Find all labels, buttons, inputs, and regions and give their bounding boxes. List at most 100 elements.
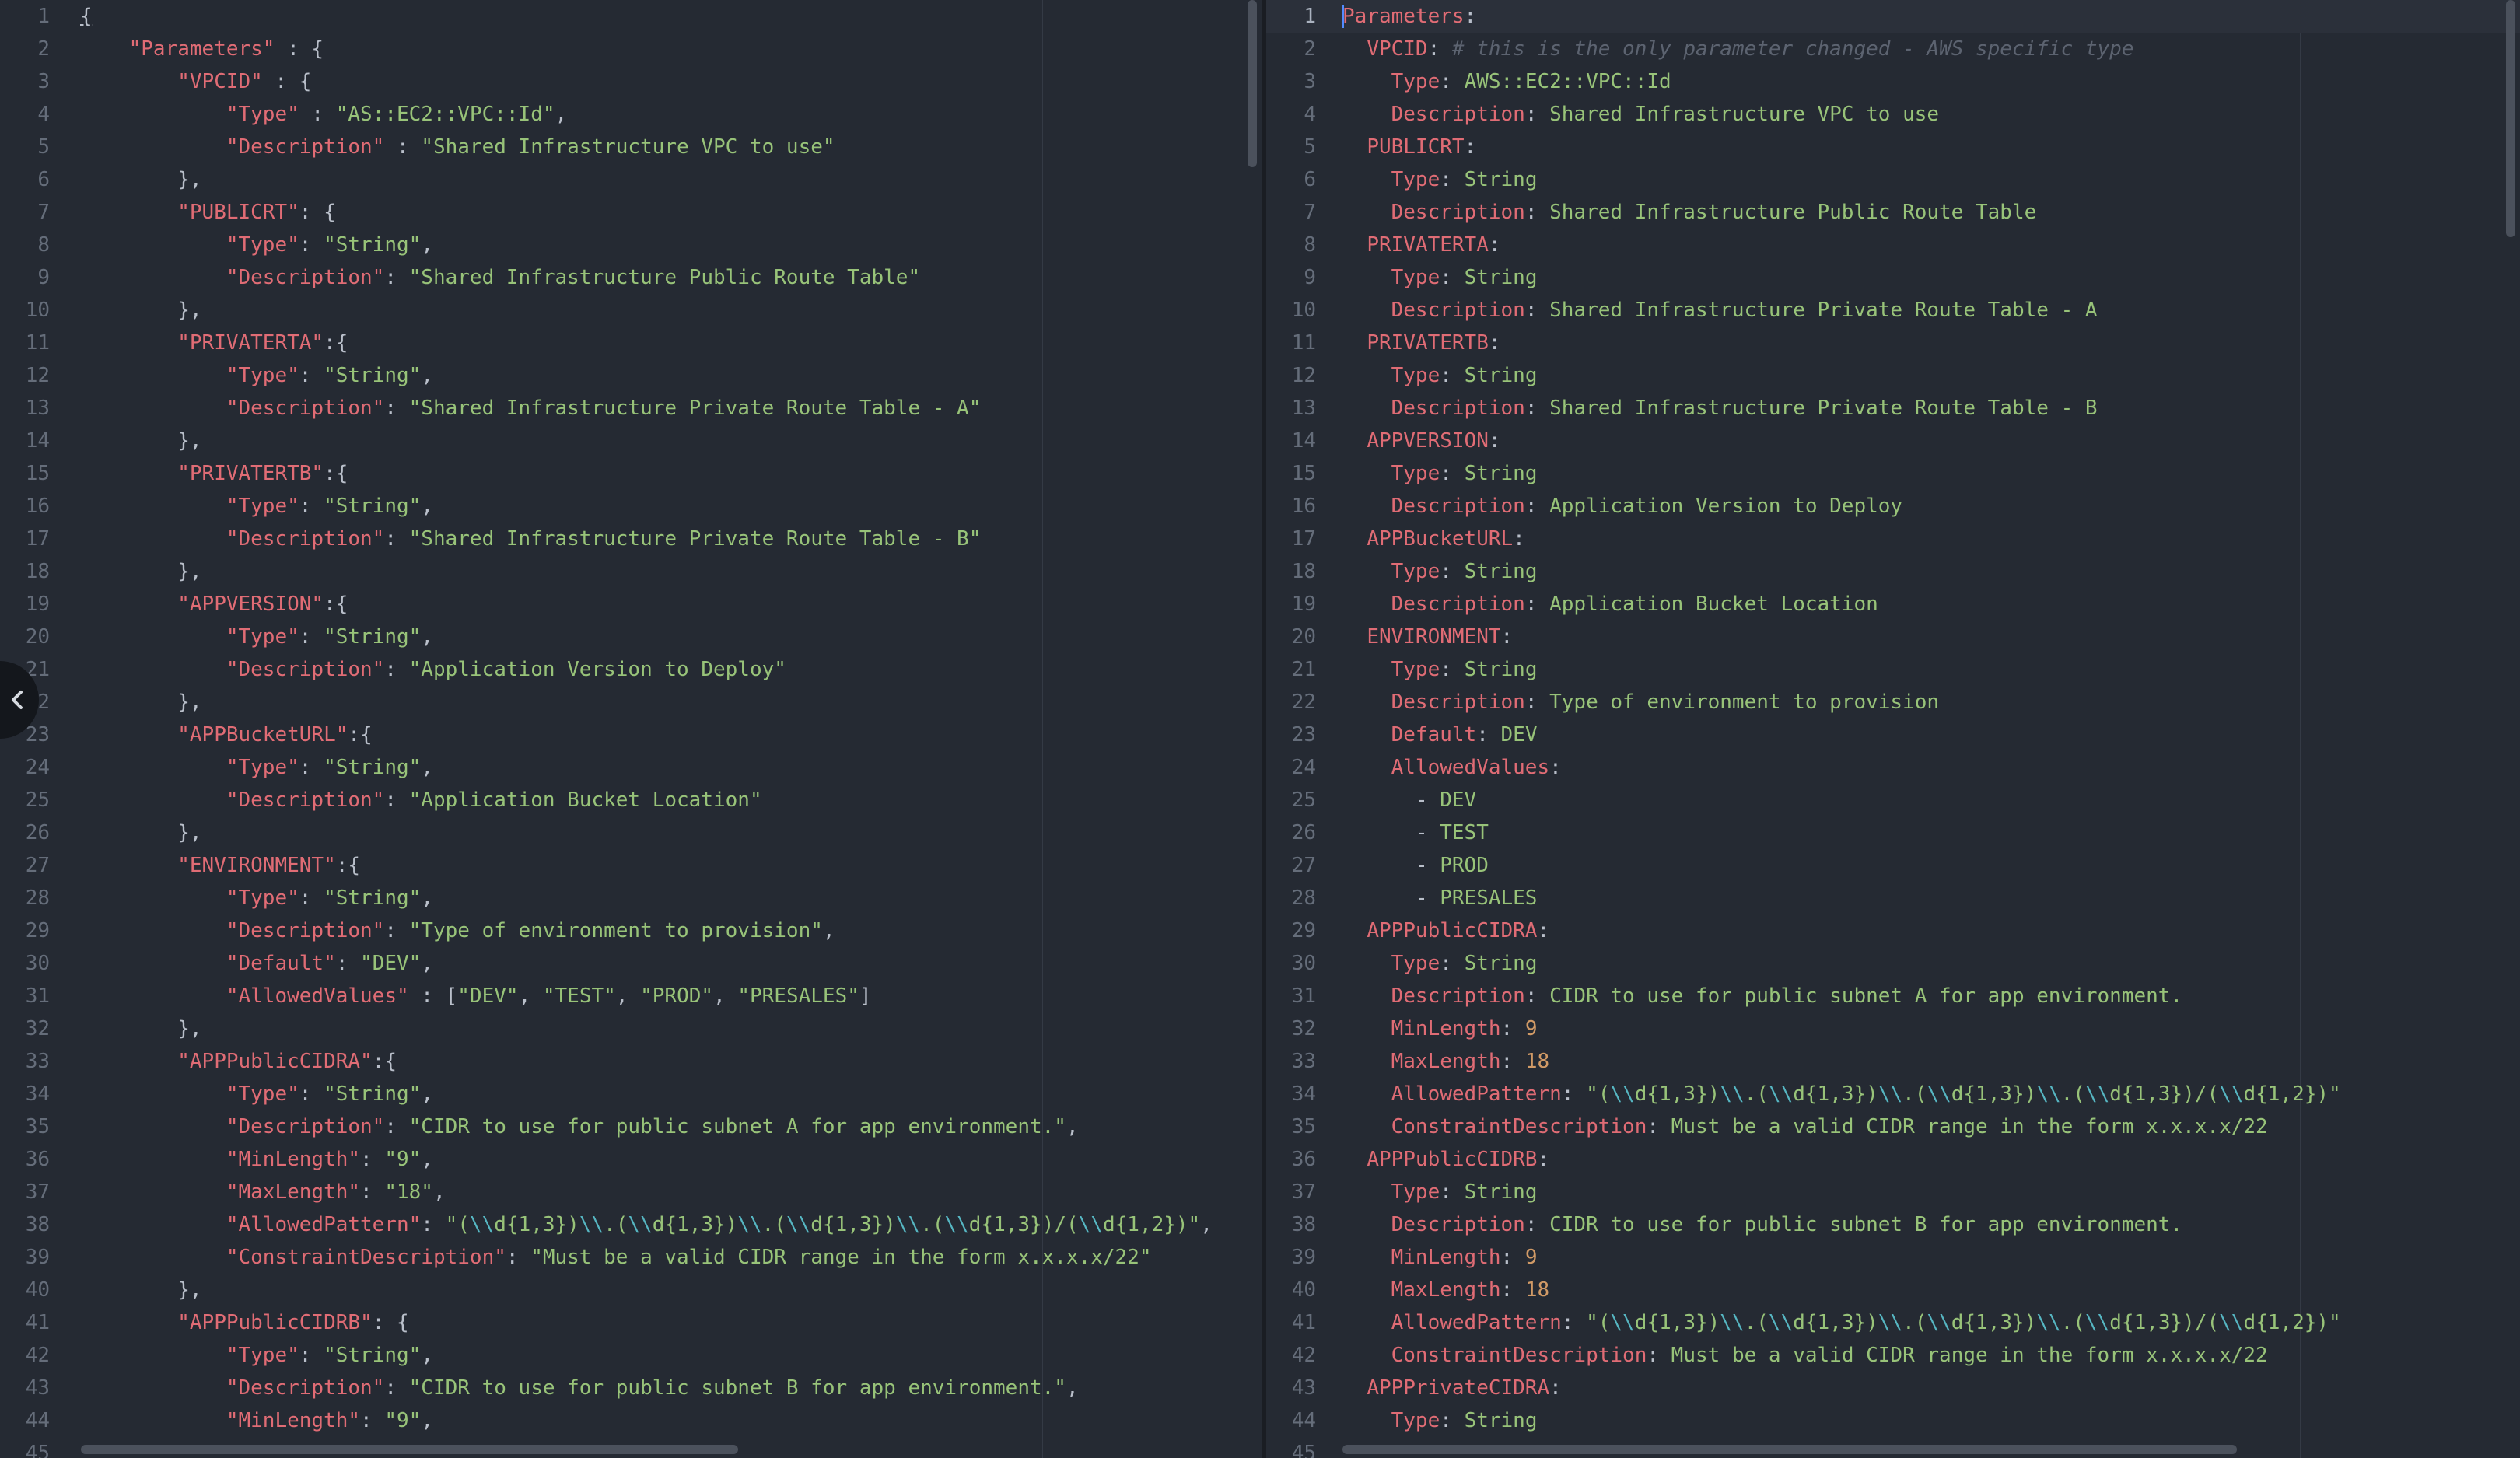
code-line[interactable]: 44 "MinLength": "9", — [0, 1404, 1262, 1437]
code-line[interactable]: 39 MinLength: 9 — [1266, 1241, 2520, 1274]
code-line[interactable]: 17 "Description": "Shared Infrastructure… — [0, 523, 1262, 555]
code-line[interactable]: 1{ — [0, 0, 1262, 33]
code-line[interactable]: 24 AllowedValues: — [1266, 751, 2520, 784]
code-line[interactable]: 39 "ConstraintDescription": "Must be a v… — [0, 1241, 1262, 1274]
code-line[interactable]: 2 "Parameters" : { — [0, 33, 1262, 65]
code-line[interactable]: 40 MaxLength: 18 — [1266, 1274, 2520, 1306]
code-line[interactable]: 20 "Type": "String", — [0, 621, 1262, 653]
code-line[interactable]: 2 VPCID: # this is the only parameter ch… — [1266, 33, 2520, 65]
code-line[interactable]: 29 "Description": "Type of environment t… — [0, 914, 1262, 947]
code-line[interactable]: 35 "Description": "CIDR to use for publi… — [0, 1110, 1262, 1143]
code-line[interactable]: 16 "Type": "String", — [0, 490, 1262, 523]
code-line[interactable]: 22 }, — [0, 686, 1262, 719]
code-line[interactable]: 21 "Description": "Application Version t… — [0, 653, 1262, 686]
code-line[interactable]: 38 Description: CIDR to use for public s… — [1266, 1208, 2520, 1241]
left-code-lines[interactable]: 1{2 "Parameters" : {3 "VPCID" : {4 "Type… — [0, 0, 1262, 1458]
code-line[interactable]: 36 APPPublicCIDRB: — [1266, 1143, 2520, 1176]
code-line[interactable]: 22 Description: Type of environment to p… — [1266, 686, 2520, 719]
code-line[interactable]: 19 Description: Application Bucket Locat… — [1266, 588, 2520, 621]
code-line[interactable]: 34 "Type": "String", — [0, 1078, 1262, 1110]
right-horizontal-scroll-thumb[interactable] — [1342, 1445, 2237, 1454]
code-line[interactable]: 27 "ENVIRONMENT":{ — [0, 849, 1262, 882]
code-line[interactable]: 1 Parameters: — [1266, 0, 2520, 33]
code-line[interactable]: 25 "Description": "Application Bucket Lo… — [0, 784, 1262, 816]
code-line[interactable]: 13 Description: Shared Infrastructure Pr… — [1266, 392, 2520, 425]
code-line[interactable]: 13 "Description": "Shared Infrastructure… — [0, 392, 1262, 425]
code-line[interactable]: 43 "Description": "CIDR to use for publi… — [0, 1372, 1262, 1404]
code-line[interactable]: 30 Type: String — [1266, 947, 2520, 980]
right-vertical-scroll-thumb[interactable] — [2506, 0, 2515, 237]
code-line[interactable]: 26 - TEST — [1266, 816, 2520, 849]
code-line[interactable]: 44 Type: String — [1266, 1404, 2520, 1437]
code-line[interactable]: 33 "APPPublicCIDRA":{ — [0, 1045, 1262, 1078]
code-line[interactable]: 37 Type: String — [1266, 1176, 2520, 1208]
code-line[interactable]: 6 }, — [0, 163, 1262, 196]
code-line[interactable]: 4 "Type" : "AS::EC2::VPC::Id", — [0, 98, 1262, 131]
code-line[interactable]: 41 AllowedPattern: "(\\d{1,3})\\.(\\d{1,… — [1266, 1306, 2520, 1339]
code-line[interactable]: 14 APPVERSION: — [1266, 425, 2520, 457]
code-line[interactable]: 30 "Default": "DEV", — [0, 947, 1262, 980]
code-line[interactable]: 40 }, — [0, 1274, 1262, 1306]
code-line[interactable]: 31 Description: CIDR to use for public s… — [1266, 980, 2520, 1012]
right-horizontal-scrollbar[interactable] — [1266, 1441, 2503, 1458]
code-line[interactable]: 4 Description: Shared Infrastructure VPC… — [1266, 98, 2520, 131]
code-line[interactable]: 42 ConstraintDescription: Must be a vali… — [1266, 1339, 2520, 1372]
code-line[interactable]: 34 AllowedPattern: "(\\d{1,3})\\.(\\d{1,… — [1266, 1078, 2520, 1110]
code-line[interactable]: 35 ConstraintDescription: Must be a vali… — [1266, 1110, 2520, 1143]
code-line[interactable]: 26 }, — [0, 816, 1262, 849]
code-line[interactable]: 5 "Description" : "Shared Infrastructure… — [0, 131, 1262, 163]
code-line[interactable]: 7 Description: Shared Infrastructure Pub… — [1266, 196, 2520, 229]
code-line[interactable]: 21 Type: String — [1266, 653, 2520, 686]
code-line[interactable]: 24 "Type": "String", — [0, 751, 1262, 784]
left-horizontal-scrollbar[interactable] — [0, 1441, 1244, 1458]
code-line[interactable]: 28 - PRESALES — [1266, 882, 2520, 914]
code-line[interactable]: 23 Default: DEV — [1266, 719, 2520, 751]
code-line[interactable]: 31 "AllowedValues" : ["DEV", "TEST", "PR… — [0, 980, 1262, 1012]
right-code-lines[interactable]: 1 Parameters: 2 VPCID: # this is the only … — [1266, 0, 2520, 1458]
left-horizontal-scroll-thumb[interactable] — [81, 1445, 738, 1454]
right-editor-pane[interactable]: 1 Parameters: 2 VPCID: # this is the only … — [1266, 0, 2520, 1458]
code-line[interactable]: 25 - DEV — [1266, 784, 2520, 816]
code-line[interactable]: 12 Type: String — [1266, 359, 2520, 392]
code-line[interactable]: 27 - PROD — [1266, 849, 2520, 882]
code-line[interactable]: 29 APPPublicCIDRA: — [1266, 914, 2520, 947]
code-line[interactable]: 32 MinLength: 9 — [1266, 1012, 2520, 1045]
code-line[interactable]: 14 }, — [0, 425, 1262, 457]
code-line[interactable]: 43 APPPrivateCIDRA: — [1266, 1372, 2520, 1404]
code-line[interactable]: 15 "PRIVATERTB":{ — [0, 457, 1262, 490]
code-line[interactable]: 32 }, — [0, 1012, 1262, 1045]
code-line[interactable]: 3 "VPCID" : { — [0, 65, 1262, 98]
code-line[interactable]: 6 Type: String — [1266, 163, 2520, 196]
code-line[interactable]: 37 "MaxLength": "18", — [0, 1176, 1262, 1208]
code-line[interactable]: 19 "APPVERSION":{ — [0, 588, 1262, 621]
code-line[interactable]: 20 ENVIRONMENT: — [1266, 621, 2520, 653]
code-line[interactable]: 5 PUBLICRT: — [1266, 131, 2520, 163]
code-line[interactable]: 15 Type: String — [1266, 457, 2520, 490]
code-line[interactable]: 18 Type: String — [1266, 555, 2520, 588]
code-line[interactable]: 17 APPBucketURL: — [1266, 523, 2520, 555]
code-line[interactable]: 36 "MinLength": "9", — [0, 1143, 1262, 1176]
code-line[interactable]: 38 "AllowedPattern": "(\\d{1,3})\\.(\\d{… — [0, 1208, 1262, 1241]
left-vertical-scroll-thumb[interactable] — [1248, 0, 1257, 167]
code-line[interactable]: 3 Type: AWS::EC2::VPC::Id — [1266, 65, 2520, 98]
code-line[interactable]: 12 "Type": "String", — [0, 359, 1262, 392]
code-line[interactable]: 10 Description: Shared Infrastructure Pr… — [1266, 294, 2520, 327]
code-line[interactable]: 41 "APPPublicCIDRB": { — [0, 1306, 1262, 1339]
left-editor-pane[interactable]: 1{2 "Parameters" : {3 "VPCID" : {4 "Type… — [0, 0, 1262, 1458]
code-line[interactable]: 9 "Description": "Shared Infrastructure … — [0, 261, 1262, 294]
code-line[interactable]: 7 "PUBLICRT": { — [0, 196, 1262, 229]
code-line[interactable]: 16 Description: Application Version to D… — [1266, 490, 2520, 523]
code-line[interactable]: 33 MaxLength: 18 — [1266, 1045, 2520, 1078]
left-vertical-scrollbar[interactable] — [1244, 0, 1260, 1458]
code-line[interactable]: 42 "Type": "String", — [0, 1339, 1262, 1372]
code-line[interactable]: 9 Type: String — [1266, 261, 2520, 294]
code-line[interactable]: 8 PRIVATERTA: — [1266, 229, 2520, 261]
code-line[interactable]: 23 "APPBucketURL":{ — [0, 719, 1262, 751]
code-line[interactable]: 28 "Type": "String", — [0, 882, 1262, 914]
code-line[interactable]: 11 "PRIVATERTA":{ — [0, 327, 1262, 359]
right-vertical-scrollbar[interactable] — [2503, 0, 2518, 1458]
code-line[interactable]: 18 }, — [0, 555, 1262, 588]
code-line[interactable]: 11 PRIVATERTB: — [1266, 327, 2520, 359]
code-line[interactable]: 10 }, — [0, 294, 1262, 327]
code-line[interactable]: 8 "Type": "String", — [0, 229, 1262, 261]
